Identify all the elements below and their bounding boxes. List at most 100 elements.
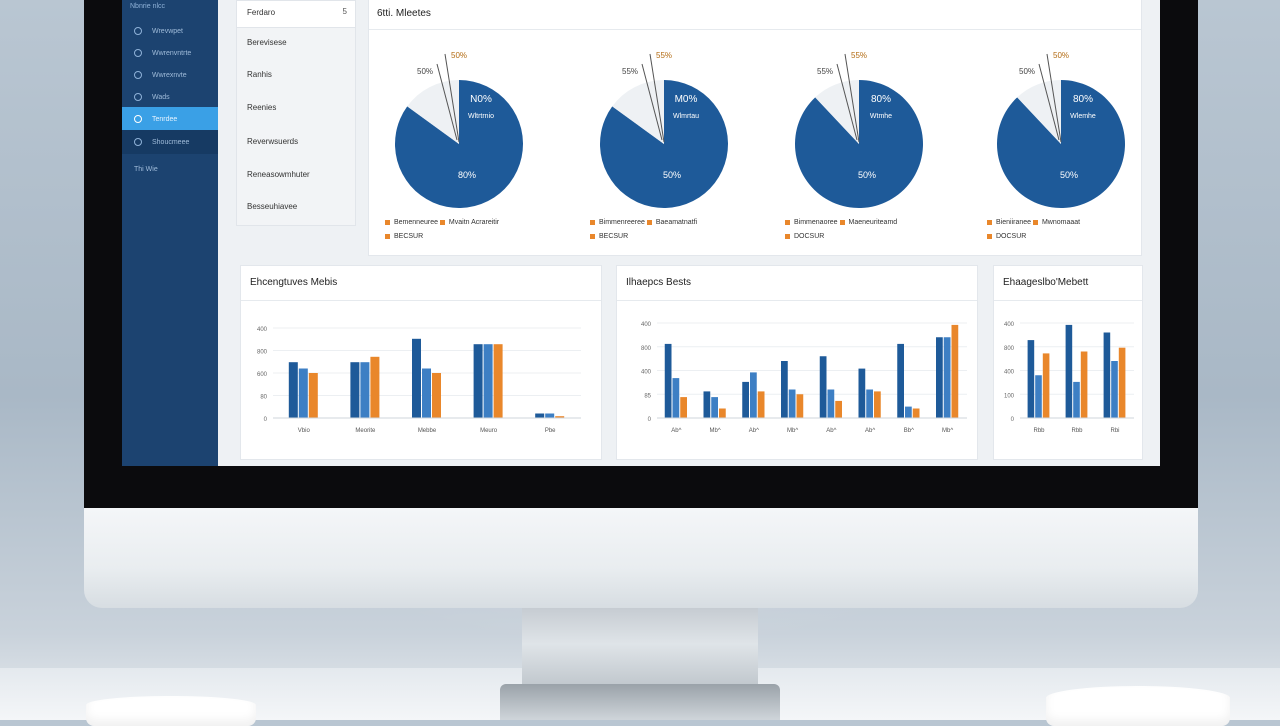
- sidebar-item-label: Wwrexnvte: [152, 71, 187, 79]
- pie-legend-row: Bemenneuree Mvaitn Acrareitir: [385, 219, 499, 226]
- bar: [742, 381, 749, 418]
- y-tick-label: 400: [1004, 322, 1015, 328]
- bar: [750, 372, 757, 418]
- bar-panel-title: Ilhaepcs Bests: [626, 277, 692, 288]
- pie-value-label: M0%: [675, 94, 698, 105]
- sidebar-item-5-active[interactable]: Tenrdee: [122, 107, 218, 131]
- monitor-stand-base: [500, 684, 780, 720]
- pie-svg: 55% 55% M0% Wlmrtau 50%: [600, 51, 728, 208]
- subnav-header-label: Ferdaro: [247, 8, 276, 17]
- bar: [672, 378, 680, 418]
- sidebar-item-7[interactable]: Thi Wie: [122, 157, 218, 181]
- bar: [1065, 324, 1073, 418]
- subnav-item[interactable]: Ranhis: [247, 70, 272, 79]
- coffee-cup-right: [1046, 686, 1230, 726]
- pie-bottom-label: 50%: [858, 170, 876, 180]
- bar: [288, 362, 298, 418]
- bar-chart-panel-3: Ehaageslbo'Mebett 400 800 400 100 0 Rbb Rbb Rbi: [993, 265, 1143, 460]
- bar: [835, 400, 842, 418]
- bar-chart-1: 400800600800Vbio Meorite Mebbe Meuro Pbe: [257, 327, 581, 434]
- bar-panel-title: Ehaageslbo'Mebett: [1003, 277, 1089, 288]
- legend-swatch: [785, 233, 790, 239]
- legend-swatch: [839, 219, 845, 225]
- x-tick-label: Bb^: [904, 428, 914, 434]
- y-tick-label: 800: [257, 350, 268, 356]
- legend-label: Bimmenaoree: [794, 219, 840, 226]
- bar: [951, 324, 959, 418]
- x-tick-label: Rbb: [1071, 428, 1083, 434]
- bar-chart-panel-2: Ilhaepcs Bests 400 800 400 85 0 Ab^ Mb^ Ab^ Mb^ A…: [616, 265, 978, 460]
- subnav-item[interactable]: Reverwsuerds: [247, 137, 298, 146]
- legend-label: Bimmenreeree: [599, 219, 647, 226]
- legend-swatch: [385, 233, 390, 239]
- subnav-item[interactable]: Reneasowmhuter: [247, 170, 310, 179]
- bar: [1035, 375, 1042, 418]
- legend-label: Bemenneuree: [394, 219, 440, 226]
- legend-swatch: [590, 219, 595, 225]
- sidebar-item-2[interactable]: Wwrenvntrte: [122, 41, 218, 65]
- pie-top-label: 50%: [451, 51, 467, 60]
- bar: [897, 343, 904, 418]
- y-tick-label: 600: [257, 372, 268, 378]
- pie-top-label: 50%: [1053, 51, 1069, 60]
- circle-icon: [134, 93, 142, 101]
- y-tick-label: 800: [641, 346, 652, 352]
- pie-legend-row: Bieniiranee Mwnomaaat: [987, 219, 1080, 226]
- bar: [1073, 381, 1080, 418]
- sidebar: Nbnrie nlcc Wrevwpet Wwrenvntrte Wwrexnv…: [122, 0, 218, 466]
- bar: [483, 344, 493, 418]
- x-tick-label: Vbio: [298, 428, 311, 434]
- bar: [1080, 351, 1088, 418]
- pie-sub-label: Wltrtrnio: [468, 113, 494, 120]
- pie-panel-title: 6tti. Mleetes: [377, 8, 431, 19]
- pie-side-label: 55%: [817, 67, 833, 76]
- y-tick-label: 800: [1004, 346, 1015, 352]
- pie-bottom-label: 50%: [663, 170, 681, 180]
- subnav-item[interactable]: Berevisese: [247, 38, 287, 47]
- sidebar-item-6[interactable]: Shoucmeee: [122, 130, 218, 154]
- pie-legend-row: Bimmenaoree Maeneuriteamd: [785, 219, 897, 226]
- bar: [827, 389, 835, 418]
- pie-top-label: 55%: [656, 51, 672, 60]
- pie-legend-row: DOCSUR: [987, 233, 1026, 240]
- bar: [866, 389, 873, 418]
- legend-label: DOCSUR: [996, 233, 1027, 240]
- subnav-item[interactable]: Besseuhiavee: [247, 202, 297, 211]
- pie-chart-4: 50% 50% 80% Wlemhe 50% Bieniiranee Mwnomaaat D…: [981, 39, 1141, 244]
- x-tick-label: Mb^: [942, 428, 953, 434]
- dashboard-screen: Nbnrie nlcc Wrevwpet Wwrenvntrte Wwrexnv…: [122, 0, 1160, 466]
- sidebar-item-1[interactable]: Wrevwpet: [122, 19, 218, 43]
- pie-bottom-label: 50%: [1060, 170, 1078, 180]
- pie-legend-row: BECSUR: [385, 233, 423, 240]
- sidebar-item-4[interactable]: Wads: [122, 85, 218, 109]
- subnav-header: Ferdaro 5: [237, 1, 355, 28]
- pie-svg: 55% 55% 80% Wtmhe 50%: [795, 51, 923, 208]
- circle-icon: [134, 49, 142, 57]
- y-tick-label: 400: [1004, 370, 1015, 376]
- bar: [1027, 340, 1035, 418]
- circle-icon: [134, 71, 142, 79]
- bar: [905, 406, 912, 418]
- pie-sub-label: Wlemhe: [1070, 113, 1096, 120]
- pie-svg: 50% 50% 80% Wlemhe 50%: [997, 51, 1125, 208]
- bar: [412, 338, 421, 418]
- y-tick-label: 80: [260, 395, 267, 401]
- panel-divider: [617, 300, 977, 301]
- bar: [298, 368, 308, 418]
- bar: [1111, 361, 1118, 418]
- sidebar-item-label: Tenrdee: [152, 115, 178, 123]
- bar-chart-2: 400 800 400 85 0 Ab^ Mb^ Ab^ Mb^ Ab^ Ab^ Bb^ Mb^: [641, 322, 967, 434]
- subnav-item[interactable]: Reenies: [247, 103, 276, 112]
- bar: [664, 343, 672, 418]
- sidebar-item-3[interactable]: Wwrexnvte: [122, 63, 218, 87]
- bar: [757, 391, 765, 418]
- legend-swatch: [646, 219, 652, 225]
- x-tick-label: Meuro: [480, 428, 498, 434]
- x-tick-label: Rbb: [1033, 428, 1045, 434]
- pie-value-label: 80%: [871, 94, 891, 105]
- bar: [422, 368, 431, 418]
- coffee-cup-left: [86, 696, 256, 726]
- bar: [874, 391, 881, 418]
- pie-charts-panel: 6tti. Mleetes 50% 50% N0% Wltrtrnio 80% Bemen…: [368, 0, 1142, 256]
- y-tick-label: 0: [264, 417, 268, 423]
